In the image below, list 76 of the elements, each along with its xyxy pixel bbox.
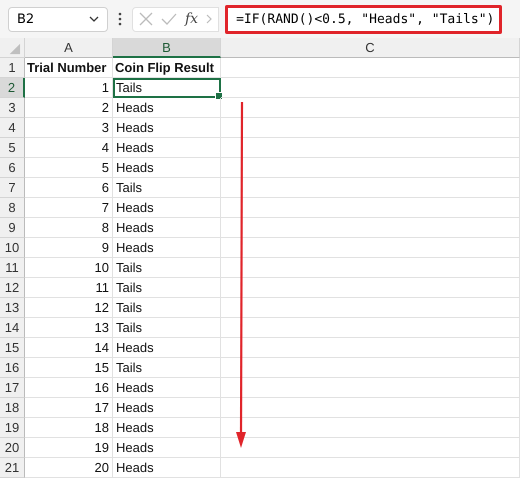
table-cell: 5 [25, 158, 113, 178]
table-cell: Coin Flip Result [113, 58, 221, 78]
table-cell: 6 [25, 178, 113, 198]
table-cell: 14 [25, 338, 113, 358]
table-cell: Heads [113, 458, 221, 478]
table-cell: 12 [25, 298, 113, 318]
table-cell: Heads [113, 398, 221, 418]
check-icon[interactable] [161, 13, 177, 25]
table-cell: Tails [113, 298, 221, 318]
cell-reference: B2 [17, 12, 34, 26]
row-header[interactable]: 1 [0, 58, 25, 78]
table-cell: 19 [25, 438, 113, 458]
table-cell: 16 [25, 378, 113, 398]
table-cell: 2 [25, 98, 113, 118]
table-cell: 7 [25, 198, 113, 218]
table-cell: 11 [25, 278, 113, 298]
name-box[interactable]: B2 [8, 6, 108, 32]
table-cell: Tails [113, 178, 221, 198]
column-header[interactable]: C [221, 38, 520, 58]
row-header[interactable]: 13 [0, 298, 25, 318]
row-header[interactable]: 17 [0, 378, 25, 398]
table-cell: 8 [25, 218, 113, 238]
chevron-icon[interactable] [89, 16, 99, 22]
table-cell: Tails [113, 318, 221, 338]
fill-handle[interactable] [215, 92, 223, 100]
column-header[interactable]: A [25, 38, 113, 58]
table-cell: 18 [25, 418, 113, 438]
table-cell: Tails [113, 358, 221, 378]
column-header[interactable]: B [113, 38, 221, 58]
row-header[interactable]: 21 [0, 458, 25, 478]
row-header[interactable]: 6 [0, 158, 25, 178]
cancel-icon[interactable] [139, 12, 153, 26]
table-cell: 15 [25, 358, 113, 378]
active-cell[interactable]: Tails [113, 78, 221, 98]
row-header[interactable]: 14 [0, 318, 25, 338]
table-cell: Heads [113, 218, 221, 238]
table-cell: Tails [113, 258, 221, 278]
table-cell: 17 [25, 398, 113, 418]
row-header[interactable]: 16 [0, 358, 25, 378]
row-header[interactable]: 18 [0, 398, 25, 418]
row-header[interactable]: 19 [0, 418, 25, 438]
table-cell: 4 [25, 138, 113, 158]
table-cell: Heads [113, 418, 221, 438]
table-cell: Heads [113, 98, 221, 118]
row-header[interactable]: 15 [0, 338, 25, 358]
row-header[interactable]: 12 [0, 278, 25, 298]
table-cell: 13 [25, 318, 113, 338]
row-header[interactable]: 10 [0, 238, 25, 258]
table-cell: Heads [113, 158, 221, 178]
row-header[interactable]: 8 [0, 198, 25, 218]
table-cell: Heads [113, 138, 221, 158]
table-cell: 10 [25, 258, 113, 278]
insert-function-button[interactable]: fx [185, 11, 198, 27]
table-cell: Heads [113, 198, 221, 218]
table-cell: Heads [113, 238, 221, 258]
table-cell: 9 [25, 238, 113, 258]
table-cell: 20 [25, 458, 113, 478]
row-header[interactable]: 7 [0, 178, 25, 198]
table-cell: Tails [113, 278, 221, 298]
row-header[interactable]: 3 [0, 98, 25, 118]
table-cell: Heads [113, 378, 221, 398]
row-header[interactable]: 11 [0, 258, 25, 278]
table-cell: Heads [113, 118, 221, 138]
row-header[interactable]: 20 [0, 438, 25, 458]
formula-field[interactable]: =IF(RAND()<0.5, "Heads", "Tails") [225, 4, 502, 34]
table-cell: Heads [113, 338, 221, 358]
row-header[interactable]: 4 [0, 118, 25, 138]
row-header[interactable]: 2 [0, 78, 25, 98]
table-cell: 1 [25, 78, 113, 98]
more-options-icon[interactable] [118, 12, 122, 26]
table-cell: 3 [25, 118, 113, 138]
select-all-corner[interactable] [0, 38, 25, 58]
table-cell: Trial Number [25, 58, 113, 78]
row-header[interactable]: 5 [0, 138, 25, 158]
row-header[interactable]: 9 [0, 218, 25, 238]
table-cell: Heads [113, 438, 221, 458]
